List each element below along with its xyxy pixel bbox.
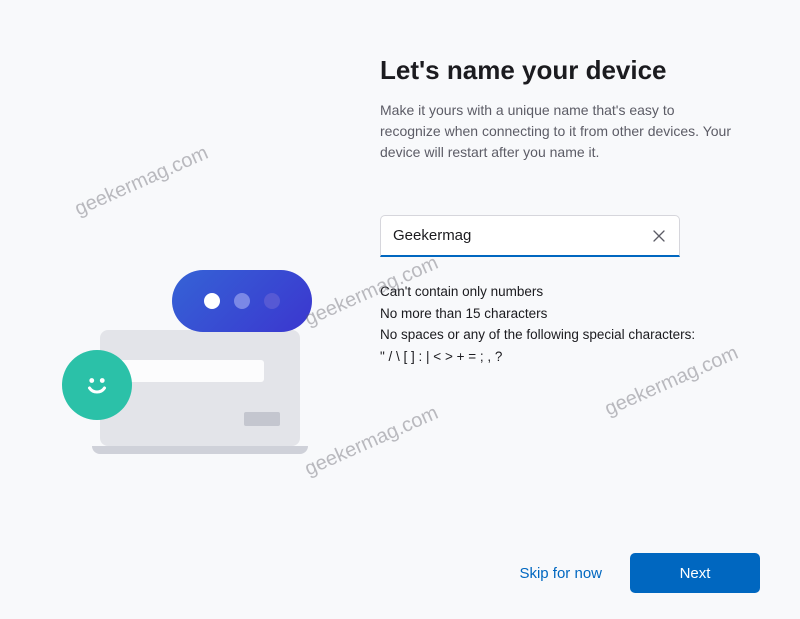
rule-line: " / \ [ ] : | < > + = ; , ? (380, 346, 738, 368)
naming-rules: Can't contain only numbers No more than … (380, 281, 738, 367)
device-name-input[interactable] (380, 215, 680, 257)
rule-line: Can't contain only numbers (380, 281, 738, 303)
device-name-field-wrap (380, 215, 680, 257)
illustration-pane (0, 0, 380, 619)
clear-input-button[interactable] (646, 223, 672, 249)
oobe-name-device-screen: Let's name your device Make it yours wit… (0, 0, 800, 619)
rule-line: No more than 15 characters (380, 303, 738, 325)
smiley-icon (62, 350, 132, 420)
page-title: Let's name your device (380, 55, 738, 86)
rule-line: No spaces or any of the following specia… (380, 324, 738, 346)
footer-actions: Skip for now Next (519, 553, 760, 593)
chat-bubble-icon (172, 270, 312, 332)
skip-for-now-link[interactable]: Skip for now (519, 565, 602, 582)
device-illustration (60, 220, 320, 440)
next-button[interactable]: Next (630, 553, 760, 593)
content-pane: Let's name your device Make it yours wit… (380, 0, 800, 619)
close-icon (653, 230, 665, 242)
page-description: Make it yours with a unique name that's … (380, 100, 738, 163)
